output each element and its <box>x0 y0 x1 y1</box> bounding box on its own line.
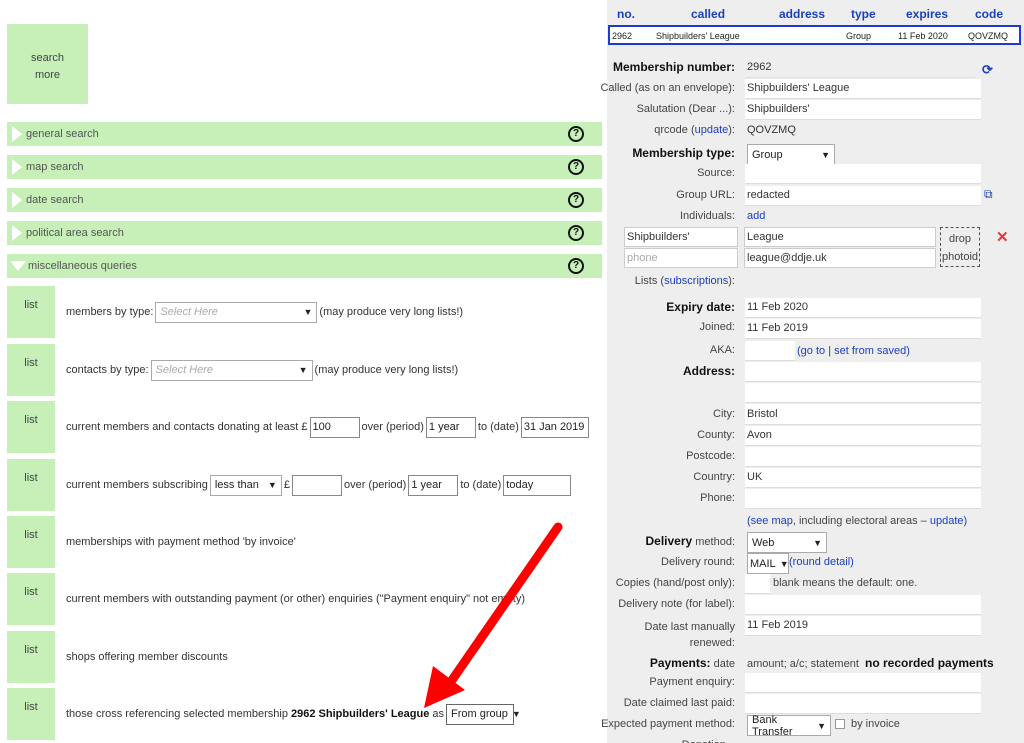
expiry-date-field[interactable]: 11 Feb 2020 <box>745 298 981 318</box>
salutation-field[interactable]: Shipbuilders' <box>745 100 981 120</box>
phone-field[interactable] <box>745 489 981 509</box>
aka-field[interactable] <box>745 341 795 361</box>
postcode-field[interactable] <box>745 447 981 467</box>
date-last-renewed-field[interactable]: 11 Feb 2019 <box>745 616 981 636</box>
electoral-update-link[interactable]: update <box>930 515 964 527</box>
date-claimed-field[interactable] <box>745 694 981 714</box>
qrcode-value: QOVZMQ <box>745 121 975 141</box>
country-field[interactable]: UK <box>745 468 981 488</box>
set-from-saved-link[interactable]: set from saved <box>834 345 906 357</box>
round-detail-link[interactable]: round detail <box>793 556 851 568</box>
refresh-icon[interactable]: ⟳ <box>982 62 993 78</box>
expected-payment-select[interactable]: Bank Transfer ▼ <box>747 714 831 738</box>
search-panel: search more general search? map search? … <box>0 0 605 743</box>
individual-phone[interactable]: phone <box>624 248 738 268</box>
by-invoice-checkbox[interactable] <box>835 719 845 729</box>
membership-number: 2962 <box>745 58 975 78</box>
called-field[interactable]: Shipbuilders' League <box>745 79 981 99</box>
photoid-drop-zone[interactable]: drop photoid <box>940 227 980 267</box>
see-map-link[interactable]: see map <box>751 515 793 527</box>
payment-enquiry-field[interactable] <box>745 673 981 693</box>
table-row[interactable]: 2962 Shipbuilders' League Group 11 Feb 2… <box>608 25 1021 45</box>
qrcode-update-link[interactable]: update <box>695 124 729 136</box>
county-field[interactable]: Avon <box>745 426 981 446</box>
joined-field[interactable]: 11 Feb 2019 <box>745 319 981 339</box>
membership-panel: no. called address type expires code 296… <box>600 0 1024 743</box>
group-url-field[interactable]: redacted <box>745 186 981 206</box>
source-field[interactable] <box>745 164 981 184</box>
address-line-2[interactable] <box>745 383 981 403</box>
delete-icon[interactable]: ✕ <box>996 228 1009 246</box>
results-table-header: no. called address type expires code <box>617 7 1004 21</box>
copies-field[interactable] <box>745 574 770 594</box>
aka-goto-link[interactable]: go to <box>801 345 825 357</box>
individual-email[interactable]: league@ddje.uk <box>744 248 936 268</box>
membership-type-select[interactable]: Group ▼ <box>747 144 835 165</box>
subscriptions-link[interactable]: subscriptions <box>664 275 728 287</box>
external-link-icon[interactable]: ⧉ <box>984 187 993 202</box>
add-individual-link[interactable]: add <box>747 210 765 222</box>
individual-last-name[interactable]: League <box>744 227 936 247</box>
address-line-1[interactable] <box>745 362 981 382</box>
delivery-round-select[interactable]: MAIL ▼ <box>747 553 789 574</box>
red-arrow-annotation <box>424 522 563 708</box>
individual-first-name[interactable]: Shipbuilders' <box>624 227 738 247</box>
delivery-method-select[interactable]: Web ▼ <box>747 532 827 553</box>
delivery-note-field[interactable] <box>745 595 981 615</box>
city-field[interactable]: Bristol <box>745 405 981 425</box>
